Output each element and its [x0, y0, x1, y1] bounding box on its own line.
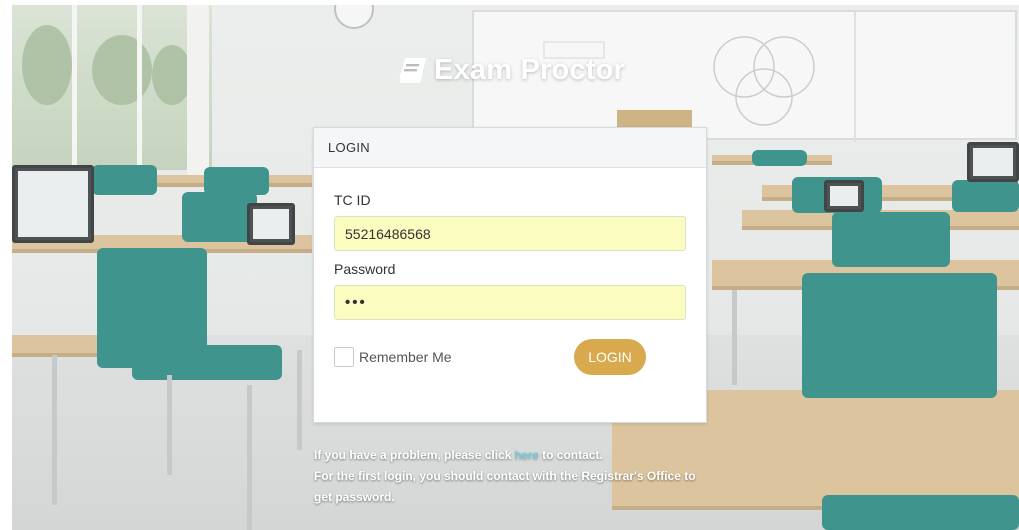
tc-id-label: TC ID	[334, 192, 371, 208]
login-panel-heading: LOGIN	[314, 128, 706, 168]
login-button[interactable]: LOGIN	[574, 339, 646, 375]
brand-header: Exam Proctor	[398, 50, 625, 90]
contact-link[interactable]: here	[515, 448, 539, 462]
tc-id-input[interactable]	[334, 216, 686, 251]
help-line-contact: If you have a problem, please click here…	[314, 448, 603, 462]
password-label: Password	[334, 261, 396, 277]
password-mask: •••	[345, 294, 367, 311]
login-panel: LOGIN TC ID Password ••• Remember Me LOG…	[313, 127, 707, 423]
help-text: If you have a problem, please click here…	[314, 445, 714, 508]
book-icon	[399, 58, 426, 83]
password-input[interactable]: •••	[334, 285, 686, 320]
remember-me-label: Remember Me	[359, 349, 452, 365]
remember-me-checkbox[interactable]	[334, 347, 354, 367]
remember-me-toggle[interactable]: Remember Me	[334, 347, 452, 367]
login-actions: Remember Me LOGIN	[334, 339, 686, 375]
help-line-first-login: For the first login, you should contact …	[314, 469, 696, 504]
app-title: Exam Proctor	[434, 53, 625, 86]
login-form: TC ID Password ••• Remember Me LOGIN	[314, 168, 706, 375]
